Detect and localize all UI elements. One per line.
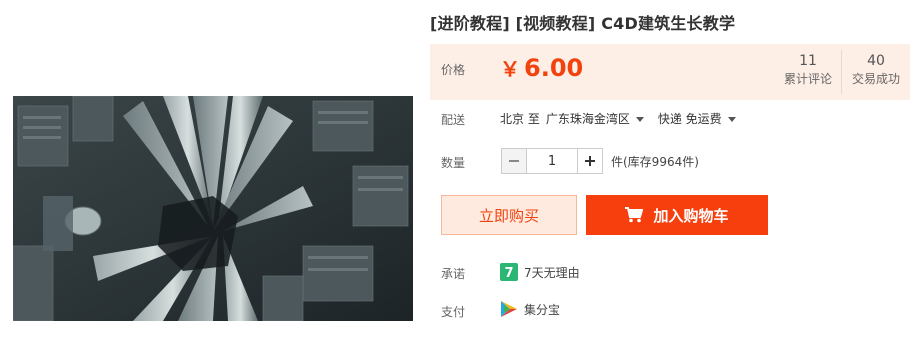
product-image[interactable] — [13, 96, 413, 321]
price-label: 价格 — [441, 63, 466, 77]
quantity-stepper: 件(库存9964件) — [501, 148, 699, 174]
stock-text: 件(库存9964件) — [611, 154, 699, 169]
quantity-input[interactable] — [527, 148, 577, 174]
payment-label: 支付 — [441, 305, 466, 319]
plus-icon — [585, 156, 595, 166]
jifenbao-icon — [501, 301, 517, 317]
shipping-label: 配送 — [441, 113, 466, 127]
decrease-button[interactable] — [501, 148, 527, 174]
shipping-row: 北京 至广东珠海金湾区 快递 免运费 — [500, 110, 750, 127]
ship-to-select[interactable]: 广东珠海金湾区 — [546, 110, 658, 127]
promise-text: 7天无理由 — [524, 265, 580, 280]
price-panel: 价格 ￥ 6.00 11 累计评论 40 交易成功 — [430, 44, 910, 100]
chevron-down-icon — [727, 117, 736, 122]
payment-row[interactable]: 集分宝 — [500, 300, 560, 318]
currency-symbol: ￥ — [500, 57, 520, 81]
deals-label: 交易成功 — [851, 72, 900, 86]
price-value: ￥ 6.00 — [500, 53, 583, 82]
buy-now-button[interactable]: 立即购买 — [441, 195, 577, 235]
promise-label: 承诺 — [441, 267, 466, 281]
seven-day-icon-text: 7 — [504, 266, 513, 281]
deals-count: 40 — [867, 53, 885, 69]
add-to-cart-label: 加入购物车 — [653, 206, 729, 225]
price-amount: 6.00 — [524, 54, 584, 82]
payment-text: 集分宝 — [524, 302, 561, 317]
deals-stat: 40 交易成功 — [844, 52, 908, 88]
promise-row[interactable]: 7 7天无理由 — [500, 263, 580, 281]
stat-divider — [841, 50, 842, 94]
ship-from: 北京 至 — [500, 112, 540, 126]
quantity-label: 数量 — [441, 156, 466, 170]
chevron-down-icon — [635, 117, 644, 122]
ship-method-select[interactable]: 快递 免运费 — [658, 110, 750, 127]
city-aerial-photo — [13, 96, 413, 321]
ship-method-value: 快递 免运费 — [657, 112, 722, 126]
seven-day-return-icon: 7 — [500, 263, 518, 281]
reviews-count: 11 — [799, 53, 817, 69]
minus-icon — [509, 160, 519, 162]
ship-to-value: 广东珠海金湾区 — [545, 112, 630, 126]
product-title: [进阶教程] [视频教程] C4D建筑生长教学 — [430, 14, 736, 33]
reviews-stat[interactable]: 11 累计评论 — [776, 52, 840, 88]
increase-button[interactable] — [577, 148, 603, 174]
reviews-label: 累计评论 — [783, 72, 832, 86]
cart-icon — [625, 207, 644, 223]
add-to-cart-button[interactable]: 加入购物车 — [586, 195, 768, 235]
